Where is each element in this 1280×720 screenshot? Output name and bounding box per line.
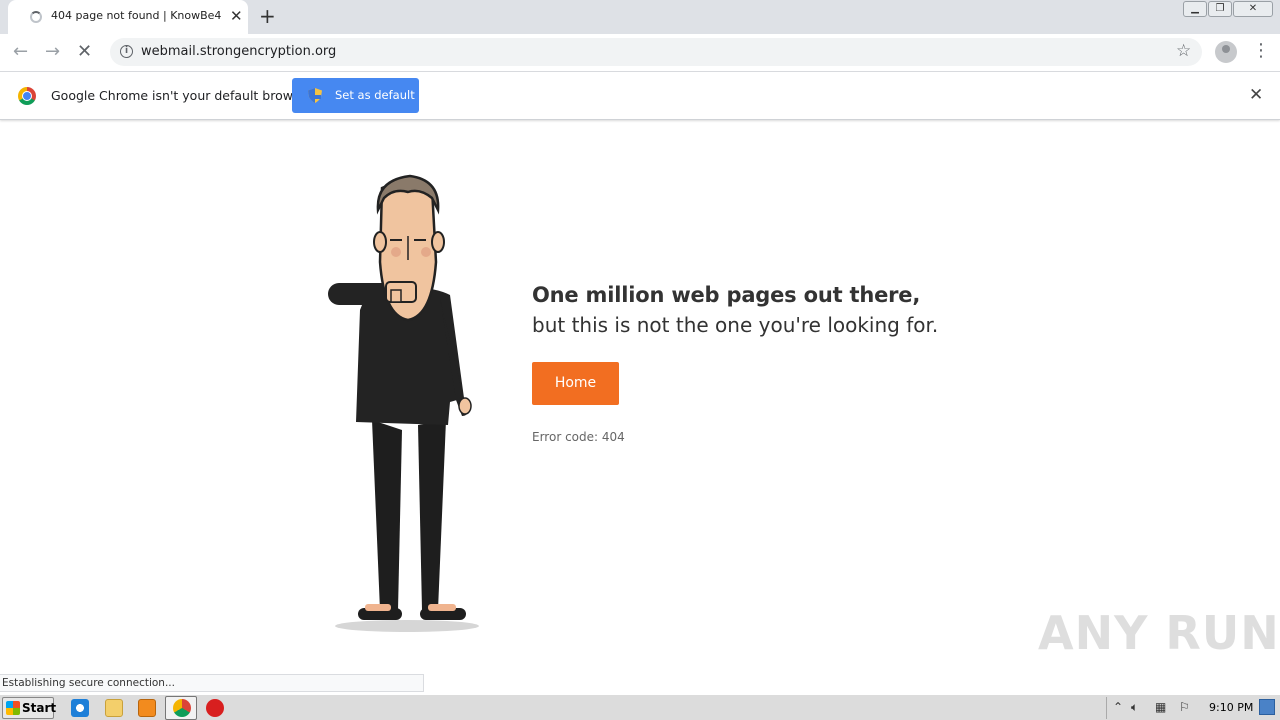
set-as-default-label: Set as default xyxy=(335,88,415,102)
chrome-icon xyxy=(18,87,36,105)
minimize-button[interactable]: ▁ xyxy=(1183,1,1207,17)
info-icon[interactable]: i xyxy=(120,45,133,58)
windows-logo-icon xyxy=(6,701,20,715)
restore-button[interactable]: ❐ xyxy=(1208,1,1232,17)
windows-taskbar: Start ⌃ 🔈︎ ▦ ⚐ 9:10 PM xyxy=(0,694,1280,720)
tab-strip: 404 page not found | KnowBe4 ✕ + ▁ ❐ ✕ xyxy=(0,0,1280,34)
infobar-close-icon[interactable]: ✕ xyxy=(1249,85,1263,105)
shield-icon xyxy=(308,88,322,103)
ie-icon[interactable] xyxy=(71,699,89,717)
explorer-icon[interactable] xyxy=(105,699,123,717)
show-desktop-button[interactable] xyxy=(1259,699,1275,715)
start-button[interactable]: Start xyxy=(2,697,57,719)
network-icon[interactable]: ▦ xyxy=(1155,700,1166,714)
loading-spinner-icon xyxy=(30,11,42,23)
close-window-button[interactable]: ✕ xyxy=(1233,1,1273,17)
action-center-flag-icon[interactable]: ⚐ xyxy=(1179,700,1190,714)
status-text: Establishing secure connection... xyxy=(2,677,175,689)
infobar-message: Google Chrome isn't your default browser xyxy=(51,88,313,103)
tab-close-icon[interactable]: ✕ xyxy=(230,7,243,25)
start-label: Start xyxy=(22,701,57,715)
tab-title: 404 page not found | KnowBe4 xyxy=(51,9,222,22)
set-as-default-button[interactable]: Set as default xyxy=(292,78,419,113)
profile-icon[interactable] xyxy=(1215,41,1237,63)
system-tray: ⌃ 🔈︎ ▦ ⚐ 9:10 PM xyxy=(1106,697,1256,719)
home-button[interactable]: Home xyxy=(532,362,619,405)
clock[interactable]: 9:10 PM xyxy=(1209,701,1253,714)
chrome-taskbar-icon xyxy=(173,699,191,717)
error-code-text: Error code: 404 xyxy=(532,430,625,444)
opera-icon[interactable] xyxy=(206,699,224,717)
media-player-icon[interactable] xyxy=(138,699,156,717)
forward-button[interactable]: → xyxy=(45,42,60,62)
back-button[interactable]: ← xyxy=(13,42,28,62)
menu-icon[interactable]: ⋮ xyxy=(1252,41,1270,61)
volume-icon[interactable]: 🔈︎ xyxy=(1131,700,1138,715)
status-bar: Establishing secure connection... xyxy=(0,674,424,692)
show-hidden-icons-icon[interactable]: ⌃ xyxy=(1113,700,1123,714)
new-tab-button[interactable]: + xyxy=(259,4,276,28)
headline-secondary: but this is not the one you're looking f… xyxy=(532,313,939,337)
pointing-man-illustration xyxy=(328,174,479,632)
star-icon[interactable]: ☆ xyxy=(1176,41,1191,61)
browser-toolbar: ← → ✕ i webmail.strongencryption.org ☆ ⋮ xyxy=(0,34,1280,72)
url-text[interactable]: webmail.strongencryption.org xyxy=(141,44,336,59)
address-bar[interactable]: i webmail.strongencryption.org ☆ xyxy=(110,38,1202,66)
anyrun-watermark-logo: ANY RUN xyxy=(1038,606,1280,660)
default-browser-infobar: Google Chrome isn't your default browser… xyxy=(0,72,1280,120)
active-tab[interactable]: 404 page not found | KnowBe4 ✕ xyxy=(8,0,248,34)
headline-primary: One million web pages out there, xyxy=(532,283,921,307)
chrome-taskbar-button[interactable] xyxy=(165,696,197,720)
stop-loading-button[interactable]: ✕ xyxy=(77,42,92,62)
